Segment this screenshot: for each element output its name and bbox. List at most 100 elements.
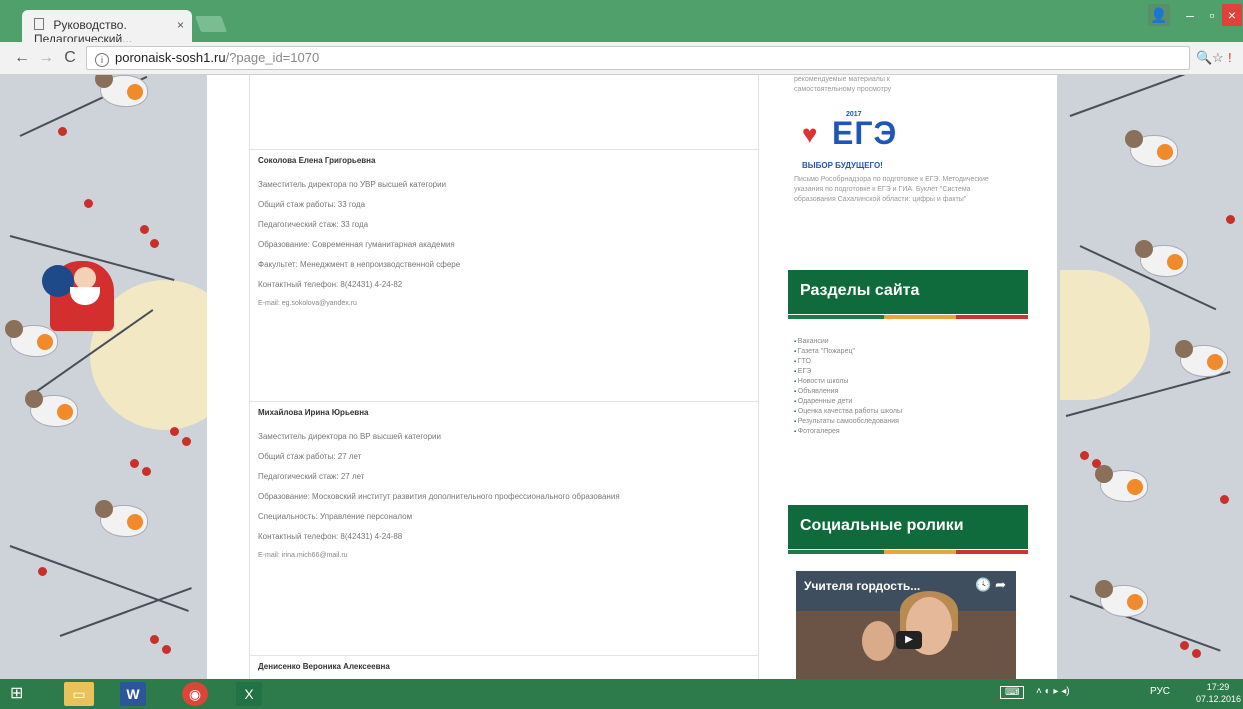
berry-decoration <box>182 437 191 446</box>
bird-decoration <box>1135 240 1188 277</box>
staff-list: Соколова Елена Григорьевна Заместитель д… <box>249 75 759 679</box>
extension-icon[interactable]: ! <box>1228 50 1232 65</box>
menu-item-ege[interactable]: ЕГЭ <box>794 367 902 377</box>
berry-decoration <box>84 199 93 208</box>
start-icon[interactable]: ⊞ <box>10 686 30 702</box>
bird-decoration <box>1125 130 1178 167</box>
zoom-icon[interactable]: 🔍 <box>1196 50 1212 66</box>
staff-total-experience: Общий стаж работы: 27 лет <box>258 452 362 461</box>
url-path: /?page_id=1070 <box>225 50 320 65</box>
back-icon[interactable]: ← <box>12 48 32 68</box>
berry-decoration <box>1192 649 1201 658</box>
browser-toolbar: ← → C i poronaisk-sosh1.ru/?page_id=1070 … <box>0 42 1243 75</box>
menu-item-gallery[interactable]: Фотогалерея <box>794 427 902 437</box>
berry-decoration <box>140 225 149 234</box>
browser-tab[interactable]: Руководство. Педагогический... × <box>22 10 192 46</box>
staff-position: Заместитель директора по ВР высшей катег… <box>258 432 441 441</box>
ege-links[interactable]: Письмо Рособрнадзора по подготовке к ЕГЭ… <box>794 175 1014 205</box>
berry-decoration <box>162 645 171 654</box>
staff-card: Соколова Елена Григорьевна Заместитель д… <box>250 149 758 401</box>
video-title[interactable]: Учителя гордость... <box>804 579 920 593</box>
video-player[interactable]: Учителя гордость... 🕓 ➦ ▶ <box>796 571 1016 679</box>
page-icon <box>34 18 44 30</box>
reload-icon[interactable]: C <box>60 48 80 68</box>
berry-decoration <box>150 239 159 248</box>
menu-item-quality[interactable]: Оценка качества работы школы <box>794 407 902 417</box>
clock[interactable]: 17:29 07.12.2016 <box>1196 681 1242 705</box>
berry-decoration <box>142 467 151 476</box>
header-stripe <box>788 550 1028 554</box>
bookmark-star-icon[interactable]: ☆ <box>1212 50 1224 66</box>
menu-item-self-assessment[interactable]: Результаты самообследования <box>794 417 902 427</box>
staff-faculty: Факультет: Менеджмент в непроизводственн… <box>258 260 461 269</box>
staff-phone: Контактный телефон: 8(42431) 4-24-82 <box>258 280 403 289</box>
page-viewport[interactable]: Соколова Елена Григорьевна Заместитель д… <box>0 75 1243 679</box>
sections-header: Разделы сайта <box>788 270 1028 319</box>
staff-name: Соколова Елена Григорьевна <box>258 156 376 165</box>
video-scene <box>862 621 894 661</box>
ege-logo-text: ЕГЭ <box>832 115 898 151</box>
staff-name: Денисенко Вероника Алексеевна <box>258 662 390 671</box>
chrome-icon[interactable]: ◉ <box>182 682 208 706</box>
bird-decoration <box>1095 465 1148 502</box>
taskbar: ⊞ ▭ W ◉ X ⌨ ˄ ◐ ▸ ◂) РУС 17:29 07.12.201… <box>0 679 1243 709</box>
moon-decoration <box>1060 270 1150 400</box>
sections-menu: Вакансии Газета "Пожарец" ГТО ЕГЭ Новост… <box>794 337 902 437</box>
bird-decoration <box>1175 340 1228 377</box>
ege-tagline: ВЫБОР БУДУЩЕГО! <box>802 161 883 170</box>
menu-item-news[interactable]: Новости школы <box>794 377 902 387</box>
ege-logo[interactable]: ♥ 2017 ЕГЭ ВЫБОР БУДУЩЕГО! <box>802 105 942 170</box>
staff-name: Михайлова Ирина Юрьевна <box>258 408 369 417</box>
address-bar[interactable]: i poronaisk-sosh1.ru/?page_id=1070 <box>86 46 1190 70</box>
minimize-button[interactable]: – <box>1180 4 1200 26</box>
staff-education: Образование: Московский институт развити… <box>258 492 620 501</box>
maximize-button[interactable]: ▫ <box>1202 4 1222 26</box>
staff-specialty: Специальность: Управление персоналом <box>258 512 413 521</box>
tray-icons[interactable]: ˄ ◐ ▸ ◂) <box>1036 686 1070 697</box>
file-explorer-icon[interactable]: ▭ <box>64 682 94 706</box>
close-button[interactable]: × <box>1222 4 1242 26</box>
berry-decoration <box>1220 495 1229 504</box>
menu-item-newspaper[interactable]: Газета "Пожарец" <box>794 347 902 357</box>
excel-icon[interactable]: X <box>236 682 262 706</box>
bird-decoration <box>5 320 58 357</box>
keyboard-icon[interactable]: ⌨ <box>1000 686 1025 699</box>
staff-total-experience: Общий стаж работы: 33 года <box>258 200 366 209</box>
branch-decoration <box>9 545 189 612</box>
menu-item-gto[interactable]: ГТО <box>794 357 902 367</box>
browser-titlebar: Руководство. Педагогический... × 👤 – ▫ × <box>0 0 1243 46</box>
staff-email-link[interactable]: E-mail: irina.mich66@mail.ru <box>258 552 758 562</box>
page-content: Соколова Елена Григорьевна Заместитель д… <box>207 75 1057 679</box>
menu-item-announcements[interactable]: Объявления <box>794 387 902 397</box>
branch-decoration <box>1069 75 1221 117</box>
berry-decoration <box>1080 451 1089 460</box>
url-domain: poronaisk-sosh1.ru <box>115 50 226 65</box>
clock-time: 17:29 <box>1206 682 1230 692</box>
forward-icon[interactable]: → <box>36 48 56 68</box>
menu-item-vacancies[interactable]: Вакансии <box>794 337 902 347</box>
berry-decoration <box>58 127 67 136</box>
bird-decoration <box>95 500 148 537</box>
tab-close-icon[interactable]: × <box>177 18 184 32</box>
staff-phone: Контактный телефон: 8(42431) 4-24-88 <box>258 532 403 541</box>
bird-decoration <box>95 75 148 107</box>
staff-email-link[interactable]: E-mail: eg.sokolova@yandex.ru <box>258 300 758 310</box>
language-indicator[interactable]: РУС <box>1150 686 1170 697</box>
play-icon[interactable]: ▶ <box>896 631 922 649</box>
berry-decoration <box>38 567 47 576</box>
staff-card: Михайлова Ирина Юрьевна Заместитель дире… <box>250 401 758 655</box>
berry-decoration <box>1180 641 1189 650</box>
clock-date: 07.12.2016 <box>1196 694 1242 704</box>
info-icon[interactable]: i <box>95 53 109 67</box>
sections-title: Разделы сайта <box>800 282 920 299</box>
berry-decoration <box>150 635 159 644</box>
staff-teaching-experience: Педагогический стаж: 33 года <box>258 220 369 229</box>
user-icon[interactable]: 👤 <box>1148 4 1170 26</box>
word-icon[interactable]: W <box>120 682 146 706</box>
santa-decoration <box>42 261 114 331</box>
bird-decoration <box>25 390 78 427</box>
menu-item-gifted-children[interactable]: Одаренные дети <box>794 397 902 407</box>
staff-teaching-experience: Педагогический стаж: 27 лет <box>258 472 365 481</box>
new-tab-button[interactable] <box>195 16 227 32</box>
video-share-icon[interactable]: 🕓 ➦ <box>975 577 1006 593</box>
